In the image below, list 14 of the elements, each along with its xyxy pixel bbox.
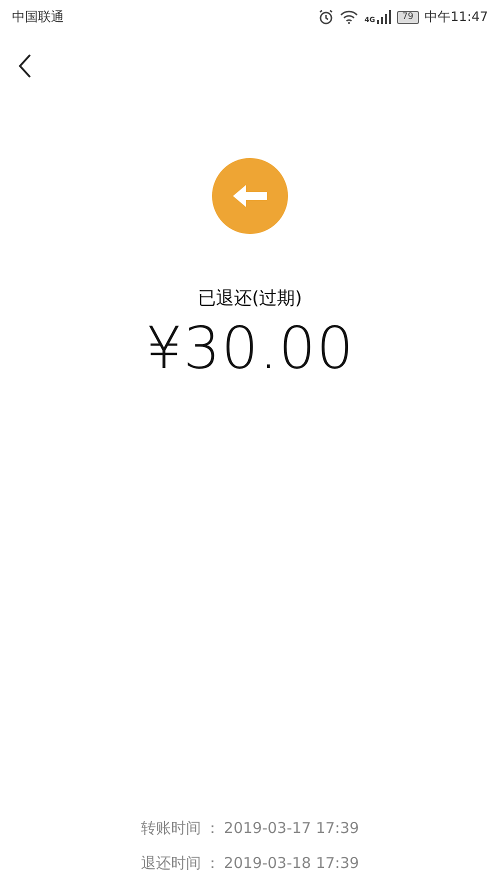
detail-label: 退还时间 [140, 854, 201, 873]
amount: ¥30.00 [146, 314, 354, 382]
detail-label: 转账时间 [140, 819, 201, 838]
detail-separator: ： [204, 819, 220, 838]
signal-icon [377, 10, 392, 24]
detail-value: 2019-03-18 17:39 [224, 854, 360, 873]
clock: 中午11:47 [424, 9, 488, 26]
battery-level: 79 [397, 10, 419, 24]
detail-value: 2019-03-17 17:39 [224, 819, 360, 838]
alarm-icon [318, 9, 334, 25]
refund-status: 已退还(过期) [198, 287, 302, 310]
detail-separator: ： [204, 854, 220, 873]
wifi-icon [340, 10, 358, 24]
carrier-name: 中国联通 [12, 9, 65, 26]
